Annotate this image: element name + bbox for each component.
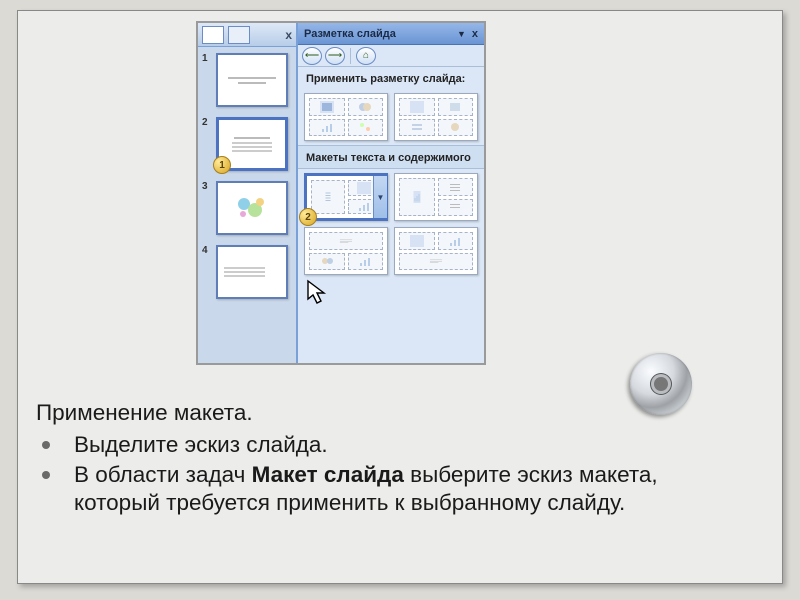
taskpane-subheader: Применить разметку слайда:: [298, 67, 484, 89]
layout-grid-content: [298, 89, 484, 145]
thumbnails-close-icon[interactable]: x: [285, 28, 292, 42]
slide-layout-taskpane: Разметка слайда ▼ x ⟵ ⟶ ⌂ Применить разм…: [298, 23, 484, 363]
slides-tab[interactable]: [228, 26, 250, 44]
bullet-text-a: В области задач: [74, 462, 252, 487]
layout-option[interactable]: [304, 227, 388, 275]
slide-frame: x 1 2 1 3: [17, 10, 783, 584]
outline-tab[interactable]: [202, 26, 224, 44]
thumbnail-number: 3: [202, 181, 212, 235]
thumbnail-preview: [216, 245, 288, 299]
layout-grid-text-content: ▼ 2: [298, 169, 484, 279]
thumbnail-number: 1: [202, 53, 212, 107]
layout-option[interactable]: [304, 93, 388, 141]
thumbnail-tabs: x: [198, 23, 296, 47]
nav-forward-button[interactable]: ⟶: [325, 47, 345, 65]
layout-option[interactable]: [394, 173, 478, 221]
bullet-text-bold: Макет слайда: [252, 462, 404, 487]
taskpane-section-label: Макеты текста и содержимого: [298, 145, 484, 169]
layout-option[interactable]: [394, 93, 478, 141]
thumbnail-preview: [216, 53, 288, 107]
body-title: Применение макета.: [36, 399, 722, 427]
slide-thumbnails-pane: x 1 2 1 3: [198, 23, 298, 363]
thumbnail-3[interactable]: 3: [202, 181, 292, 235]
layout-dropdown-handle[interactable]: ▼: [373, 176, 387, 218]
bullet-text: Выделите эскиз слайда.: [74, 432, 328, 457]
thumbnail-preview: 1: [216, 117, 288, 171]
thumbnail-1[interactable]: 1: [202, 53, 292, 107]
thumbnail-2[interactable]: 2 1: [202, 117, 292, 171]
nav-divider: [350, 48, 351, 64]
back-icon: ⟵: [305, 50, 319, 61]
taskpane-close-icon[interactable]: x: [472, 28, 478, 40]
thumbnail-4[interactable]: 4: [202, 245, 292, 299]
callout-badge-2: 2: [299, 208, 317, 226]
taskpane-header: Разметка слайда ▼ x: [298, 23, 484, 45]
layout-option[interactable]: [394, 227, 478, 275]
home-icon: ⌂: [363, 50, 369, 61]
callout-badge-1: 1: [213, 156, 231, 174]
slide-body-text: Применение макета. Выделите эскиз слайда…: [36, 399, 722, 518]
nav-back-button[interactable]: ⟵: [302, 47, 322, 65]
thumbnail-list: 1 2 1 3: [198, 47, 296, 363]
taskpane-dropdown-icon[interactable]: ▼: [457, 29, 466, 39]
bullet-item-2: В области задач Макет слайда выберите эс…: [36, 461, 722, 517]
thumbnail-preview: [216, 181, 288, 235]
forward-icon: ⟶: [328, 50, 342, 61]
taskpane-title: Разметка слайда: [304, 28, 396, 40]
bullet-item-1: Выделите эскиз слайда.: [36, 431, 722, 459]
powerpoint-window: x 1 2 1 3: [196, 21, 486, 365]
layout-option-selected[interactable]: ▼ 2: [304, 173, 388, 221]
nav-home-button[interactable]: ⌂: [356, 47, 376, 65]
taskpane-nav: ⟵ ⟶ ⌂: [298, 45, 484, 67]
thumbnail-number: 2: [202, 117, 212, 171]
thumbnail-number: 4: [202, 245, 212, 299]
